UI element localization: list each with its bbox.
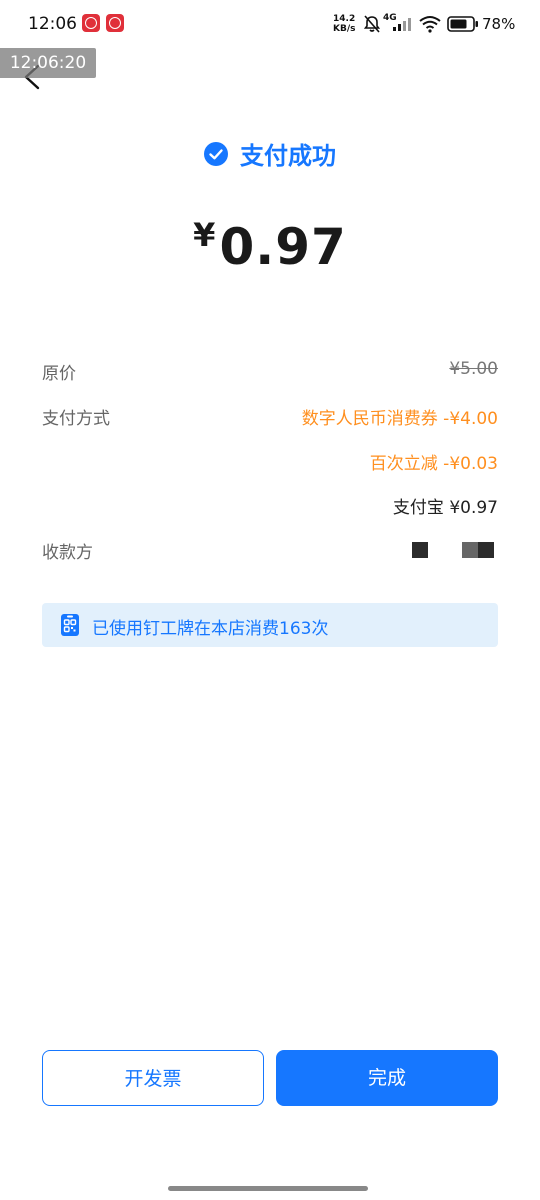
battery-icon bbox=[447, 16, 478, 32]
currency-symbol: ¥ bbox=[193, 216, 216, 254]
home-indicator[interactable] bbox=[168, 1186, 368, 1191]
mute-bell-icon bbox=[363, 15, 381, 33]
done-button[interactable]: 完成 bbox=[276, 1050, 498, 1106]
status-bar: 12:06 14.2 KB/s 4G 78% bbox=[0, 0, 540, 48]
badge-card-icon bbox=[61, 614, 79, 636]
payment-method-label: 支付方式 bbox=[42, 409, 110, 429]
alipay-amount: 支付宝 ¥0.97 bbox=[392, 498, 498, 518]
payee-label: 收款方 bbox=[42, 543, 93, 563]
wifi-icon bbox=[419, 16, 441, 33]
payment-success-header: 支付成功 bbox=[0, 136, 540, 171]
status-time: 12:06 bbox=[28, 14, 77, 34]
loyalty-badge: 已使用钉工牌在本店消费163次 bbox=[42, 603, 498, 647]
amount-value: 0.97 bbox=[219, 218, 347, 276]
bank-app-icon-2 bbox=[106, 14, 124, 32]
original-price-label: 原价 bbox=[42, 364, 76, 384]
coupon-discount: 数字人民币消费券 -¥4.00 bbox=[301, 409, 498, 429]
payee-redacted bbox=[408, 542, 498, 558]
invoice-button[interactable]: 开发票 bbox=[42, 1050, 264, 1106]
original-price-value: ¥5.00 bbox=[449, 359, 498, 379]
overlay-timestamp: 12:06:20 bbox=[0, 48, 96, 78]
bank-app-icon bbox=[82, 14, 100, 32]
battery-level: 78% bbox=[482, 15, 516, 33]
success-title: 支付成功 bbox=[240, 142, 336, 170]
check-circle-icon bbox=[204, 141, 228, 166]
instant-discount: 百次立减 -¥0.03 bbox=[369, 454, 498, 474]
payment-amount: ¥0.97 bbox=[0, 216, 540, 276]
badge-text: 已使用钉工牌在本店消费163次 bbox=[92, 619, 329, 639]
network-speed: 14.2 KB/s bbox=[333, 14, 356, 34]
signal-icon bbox=[393, 18, 411, 31]
